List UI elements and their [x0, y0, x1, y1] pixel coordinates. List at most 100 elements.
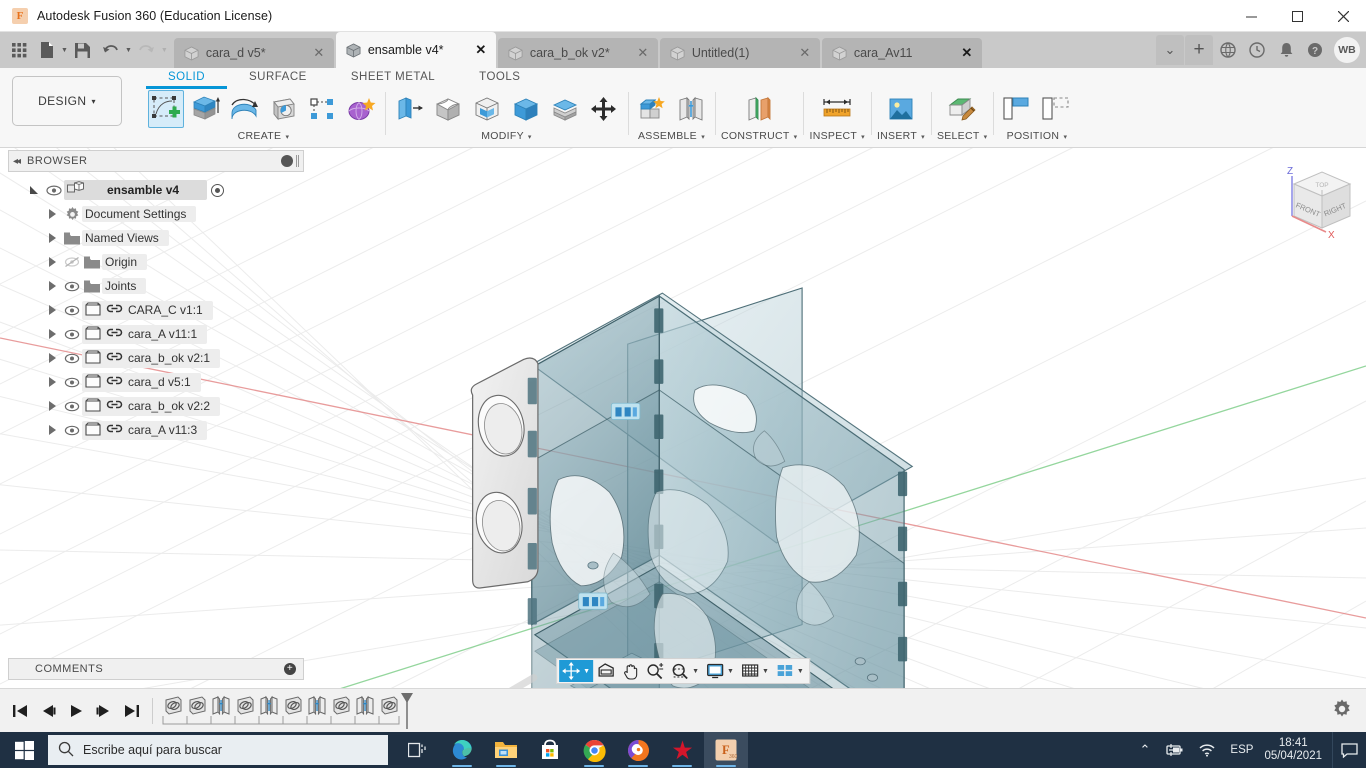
document-tab[interactable]: cara_Av11 ✕ [821, 38, 982, 68]
file-explorer-icon[interactable] [484, 732, 528, 768]
joint-icon[interactable] [673, 90, 709, 128]
tree-row-component[interactable]: cara_A v11:3 [8, 418, 304, 442]
go-to-beginning-icon[interactable] [8, 699, 32, 723]
save-icon[interactable] [70, 37, 96, 63]
shell-icon[interactable] [469, 90, 505, 128]
redo-icon[interactable] [134, 37, 160, 63]
close-tab-icon[interactable]: ✕ [310, 45, 328, 61]
workspace-switcher-button[interactable]: DESIGN ▾ [12, 76, 122, 126]
insert-image-icon[interactable] [883, 90, 919, 128]
app-grid-icon[interactable] [6, 37, 32, 63]
microsoft-store-icon[interactable] [528, 732, 572, 768]
offset-plane-icon[interactable] [741, 90, 777, 128]
component-chip[interactable]: cara_b_ok v2:1 [82, 348, 221, 368]
sweep-icon[interactable] [265, 90, 301, 128]
document-tab[interactable]: cara_d v5* ✕ [173, 38, 334, 68]
expand-arrow-icon[interactable] [24, 184, 44, 196]
collapse-all-icon[interactable] [281, 155, 293, 167]
maximize-button[interactable] [1274, 0, 1320, 32]
plus-circle-icon[interactable]: + [284, 663, 296, 675]
as-built-joint-icon[interactable] [185, 693, 209, 717]
ribbon-group-label[interactable]: SELECT ▾ [937, 130, 988, 142]
component-chip[interactable]: cara_A v11:3 [82, 420, 208, 440]
recent-icon[interactable] [1243, 35, 1271, 65]
joints-chip[interactable]: Joints [102, 278, 147, 294]
expand-arrow-icon[interactable] [42, 401, 62, 411]
physical-material-icon[interactable] [1038, 90, 1074, 128]
ribbon-tab-tools[interactable]: TOOLS [457, 71, 542, 89]
as-built-joint-icon[interactable] [281, 693, 305, 717]
step-back-icon[interactable] [36, 699, 60, 723]
ribbon-tab-surface[interactable]: SURFACE [227, 71, 329, 89]
fillet-icon[interactable] [430, 90, 466, 128]
revolve-icon[interactable] [226, 90, 262, 128]
comments-panel-header[interactable]: COMMENTS + [8, 658, 304, 680]
autodesk-icon[interactable] [660, 732, 704, 768]
new-document-button[interactable]: + [1185, 35, 1213, 65]
form-icon[interactable] [343, 90, 379, 128]
avast-icon[interactable] [616, 732, 660, 768]
collapse-panel-icon[interactable]: ◂◂ [13, 156, 21, 167]
timeline-settings-button[interactable] [1332, 699, 1352, 722]
as-built-joint-icon[interactable] [377, 693, 401, 717]
visibility-eye-icon[interactable] [62, 353, 82, 364]
look-at-icon[interactable] [594, 660, 618, 682]
origin-chip[interactable]: Origin [102, 254, 148, 270]
ribbon-group-label[interactable]: CONSTRUCT ▾ [721, 130, 797, 142]
component-chip[interactable]: cara_d v5:1 [82, 372, 201, 392]
tree-row-joints[interactable]: Joints [8, 274, 304, 298]
ribbon-group-label[interactable]: ASSEMBLE ▾ [638, 130, 705, 142]
tree-row-component[interactable]: cara_b_ok v2:1 [8, 346, 304, 370]
visibility-eye-icon[interactable] [62, 281, 82, 292]
clock[interactable]: 18:41 05/04/2021 [1260, 737, 1332, 763]
expand-arrow-icon[interactable] [42, 305, 62, 315]
rigid-joint-icon[interactable] [305, 693, 329, 717]
google-chrome-icon[interactable] [572, 732, 616, 768]
measure-icon[interactable] [819, 90, 855, 128]
visibility-eye-icon[interactable] [44, 184, 64, 196]
model-assembly[interactable] [470, 287, 914, 688]
zoom-icon[interactable] [643, 660, 667, 682]
align-icon[interactable] [999, 90, 1035, 128]
expand-arrow-icon[interactable] [42, 377, 62, 387]
tree-row-component[interactable]: cara_b_ok v2:2 [8, 394, 304, 418]
close-tab-icon[interactable]: ✕ [796, 45, 814, 61]
as-built-joint-icon[interactable] [161, 693, 185, 717]
expand-arrow-icon[interactable] [42, 257, 62, 267]
document-tab-active[interactable]: ensamble v4* ✕ [335, 32, 496, 68]
orbit-icon[interactable]: ▼ [559, 660, 594, 682]
action-center-icon[interactable] [1332, 732, 1366, 768]
close-tab-icon[interactable]: ✕ [472, 42, 490, 58]
visibility-eye-icon[interactable] [62, 305, 82, 316]
fusion360-icon[interactable]: F 360 [704, 732, 748, 768]
ribbon-tab-sheet-metal[interactable]: SHEET METAL [329, 71, 457, 89]
visibility-eye-icon[interactable] [62, 377, 82, 388]
view-cube[interactable]: FRONT RIGHT TOP Z X [1264, 154, 1360, 250]
named-views-chip[interactable]: Named Views [82, 230, 169, 246]
component-chip[interactable]: CARA_C v1:1 [82, 300, 213, 320]
minimize-button[interactable] [1228, 0, 1274, 32]
tree-row-named-views[interactable]: Named Views [8, 226, 304, 250]
zoom-window-icon[interactable]: ▼ [668, 660, 702, 682]
close-tab-icon[interactable]: ✕ [634, 45, 652, 61]
help-icon[interactable]: ? [1301, 35, 1329, 65]
undo-button[interactable]: ▼ [98, 37, 132, 63]
go-to-end-icon[interactable] [120, 699, 144, 723]
file-menu-button[interactable]: ▼ [34, 37, 68, 63]
avatar[interactable]: WB [1334, 37, 1360, 63]
expand-arrow-icon[interactable] [42, 281, 62, 291]
language-indicator[interactable]: ESP [1223, 732, 1260, 768]
document-settings-chip[interactable]: Document Settings [82, 206, 197, 222]
close-tab-icon[interactable]: ✕ [958, 45, 976, 61]
search-input[interactable]: Escribe aquí para buscar [48, 735, 388, 765]
tree-row-root[interactable]: ensamble v4 [8, 178, 304, 202]
press-pull-icon[interactable] [391, 90, 427, 128]
microsoft-edge-icon[interactable] [440, 732, 484, 768]
play-icon[interactable] [64, 699, 88, 723]
tree-row-component[interactable]: cara_A v11:1 [8, 322, 304, 346]
split-face-icon[interactable] [547, 90, 583, 128]
draft-icon[interactable] [508, 90, 544, 128]
panel-grip[interactable] [296, 155, 299, 167]
visibility-eye-off-icon[interactable] [62, 256, 82, 268]
grid-snaps-icon[interactable]: ▼ [738, 660, 772, 682]
